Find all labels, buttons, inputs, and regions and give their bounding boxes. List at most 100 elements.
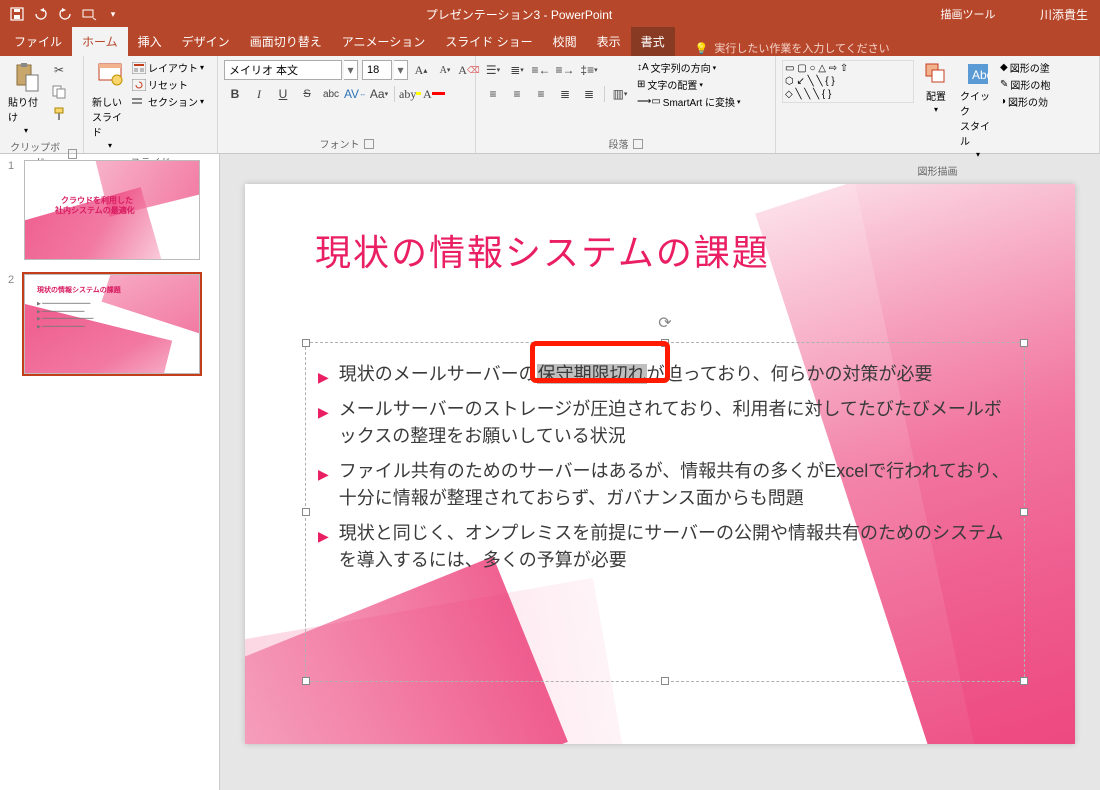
bullet-text[interactable]: 現状と同じく、オンプレミスを前提にサーバーの公開や情報共有のためのシステムを導入… (339, 520, 1012, 574)
bullet-item[interactable]: ▶現状と同じく、オンプレミスを前提にサーバーの公開や情報共有のためのシステムを導… (318, 520, 1012, 574)
increase-font-icon[interactable]: A▴ (410, 60, 432, 80)
selection-handle[interactable] (1020, 677, 1028, 685)
quick-styles-button[interactable]: Abc クイック スタイル▾ (958, 60, 998, 161)
thumbnail-2[interactable]: 2 現状の情報システムの課題 ▶ ━━━━━━━━━━━━━━━━▶ ━━━━━… (8, 274, 211, 374)
slide: 現状の情報システムの課題 ⟳ ▶現状のメールサーバーの保守期限切れが迫っており、… (245, 184, 1075, 744)
copy-icon[interactable] (48, 82, 70, 102)
format-painter-icon[interactable] (48, 104, 70, 124)
arrange-button[interactable]: 配置▾ (916, 60, 956, 116)
start-from-beginning-icon[interactable] (78, 4, 100, 24)
clipboard-dialog-launcher[interactable] (68, 149, 77, 159)
thumbnail-slide-1[interactable]: クラウドを利用した 社内システムの最適化 (24, 160, 200, 260)
text-direction-button[interactable]: ↕A文字列の方向▾ (637, 60, 741, 75)
align-center-icon[interactable]: ≡ (506, 84, 528, 104)
font-name-dropdown-icon[interactable]: ▾ (344, 60, 358, 80)
font-size-input[interactable] (362, 60, 392, 80)
shape-effects-button[interactable]: ◑図形の効 (1000, 94, 1050, 109)
rotate-handle-icon[interactable]: ⟳ (658, 313, 671, 333)
font-size-dropdown-icon[interactable]: ▾ (394, 60, 408, 80)
bullets-icon[interactable]: ☰▾ (482, 60, 504, 80)
section-label: セクション (148, 94, 198, 109)
qat-customize-icon[interactable]: ▾ (102, 4, 124, 24)
tab-home[interactable]: ホーム (72, 27, 128, 56)
new-slide-button[interactable]: 新しい スライド ▾ (90, 60, 130, 152)
decrease-indent-icon[interactable]: ≡← (530, 60, 552, 80)
columns-icon[interactable]: ▥▾ (609, 84, 631, 104)
smartart-button[interactable]: ⟶▭SmartArt に変換▾ (637, 94, 741, 109)
increase-indent-icon[interactable]: ≡→ (554, 60, 576, 80)
bold-icon[interactable]: B (224, 84, 246, 104)
thumbnail-1[interactable]: 1 クラウドを利用した 社内システムの最適化 (8, 160, 211, 260)
thumbnail-slide-2[interactable]: 現状の情報システムの課題 ▶ ━━━━━━━━━━━━━━━━▶ ━━━━━━━… (24, 274, 200, 374)
align-left-icon[interactable]: ≡ (482, 84, 504, 104)
selection-handle[interactable] (302, 508, 310, 516)
italic-icon[interactable]: I (248, 84, 270, 104)
tab-animations[interactable]: アニメーション (332, 27, 436, 56)
selection-handle[interactable] (661, 677, 669, 685)
font-name-input[interactable] (224, 60, 342, 80)
selection-handle[interactable] (302, 677, 310, 685)
numbering-icon[interactable]: ≣▾ (506, 60, 528, 80)
line-spacing-icon[interactable]: ‡≡▾ (578, 60, 600, 80)
shapes-gallery[interactable]: ▭ ▢ ○ △ ⇨ ⇧ ⬡ ↙ ╲ ╲ { } ◇ ╲ ╲ ╲ { } (782, 60, 914, 103)
underline-icon[interactable]: U (272, 84, 294, 104)
align-text-button[interactable]: ⊞文字の配置▾ (637, 77, 741, 92)
align-right-icon[interactable]: ≡ (530, 84, 552, 104)
undo-icon[interactable] (30, 4, 52, 24)
text-direction-label: 文字列の方向 (651, 60, 711, 75)
tab-view[interactable]: 表示 (587, 27, 631, 56)
arrange-label: 配置 (926, 88, 946, 103)
text-direction-icon: ↕A (637, 62, 649, 73)
char-spacing-icon[interactable]: AV↔ (344, 84, 366, 104)
title-bar: ▾ プレゼンテーション3 - PowerPoint 描画ツール 川添貴生 (0, 0, 1100, 28)
shape-fill-button[interactable]: ◆図形の塗 (1000, 60, 1050, 75)
lightbulb-icon: 💡 (695, 42, 709, 55)
tab-transitions[interactable]: 画面切り替え (240, 27, 332, 56)
selection-handle[interactable] (661, 339, 669, 347)
quick-access-toolbar: ▾ (0, 4, 130, 24)
tab-design[interactable]: デザイン (172, 27, 240, 56)
highlight-color-icon[interactable]: aby (399, 84, 421, 104)
shadow-icon[interactable]: abc (320, 84, 342, 104)
smartart-label: SmartArt に変換 (663, 94, 735, 109)
content-placeholder[interactable]: ⟳ ▶現状のメールサーバーの保守期限切れが迫っており、何らかの対策が必要▶メール… (305, 342, 1025, 682)
justify-icon[interactable]: ≣ (554, 84, 576, 104)
bullet-item[interactable]: ▶メールサーバーのストレージが圧迫されており、利用者に対してたびたびメールボック… (318, 396, 1012, 450)
cut-icon[interactable]: ✂ (48, 60, 70, 80)
layout-button[interactable]: レイアウト▾ (132, 60, 204, 75)
selection-handle[interactable] (1020, 508, 1028, 516)
paste-button[interactable]: 貼り付け ▾ (6, 60, 46, 137)
font-color-icon[interactable]: A (423, 84, 445, 104)
selection-handle[interactable] (302, 339, 310, 347)
bullet-text[interactable]: ファイル共有のためのサーバーはあるが、情報共有の多くがExcelで行われており、… (339, 458, 1012, 512)
thumbnail-number: 2 (8, 274, 18, 374)
change-case-icon[interactable]: Aa▾ (368, 84, 390, 104)
bullet-text[interactable]: メールサーバーのストレージが圧迫されており、利用者に対してたびたびメールボックス… (339, 396, 1012, 450)
distribute-icon[interactable]: ≣ (578, 84, 600, 104)
tell-me[interactable]: 💡 実行したい作業を入力してください (695, 40, 890, 56)
new-slide-label: 新しい スライド (92, 94, 128, 139)
paragraph-group-label: 段落 (609, 136, 629, 151)
strike-icon[interactable]: S (296, 84, 318, 104)
bullet-item[interactable]: ▶現状のメールサーバーの保守期限切れが迫っており、何らかの対策が必要 (318, 361, 1012, 388)
decrease-font-icon[interactable]: A▾ (434, 60, 456, 80)
selection-handle[interactable] (1020, 339, 1028, 347)
tab-format[interactable]: 書式 (631, 27, 675, 56)
bullet-text[interactable]: 現状のメールサーバーの保守期限切れが迫っており、何らかの対策が必要 (339, 361, 933, 388)
redo-icon[interactable] (54, 4, 76, 24)
tab-insert[interactable]: 挿入 (128, 27, 172, 56)
slide-title[interactable]: 現状の情報システムの課題 (315, 224, 770, 276)
shape-outline-button[interactable]: ✎図形の枹 (1000, 77, 1050, 92)
slide-canvas[interactable]: 現状の情報システムの課題 ⟳ ▶現状のメールサーバーの保守期限切れが迫っており、… (220, 154, 1100, 790)
tab-review[interactable]: 校閲 (543, 27, 587, 56)
section-button[interactable]: セクション▾ (132, 94, 204, 109)
slide-thumbnails-pane[interactable]: 1 クラウドを利用した 社内システムの最適化 2 現状の情報システムの課題 ▶ … (0, 154, 220, 790)
bullet-item[interactable]: ▶ファイル共有のためのサーバーはあるが、情報共有の多くがExcelで行われており… (318, 458, 1012, 512)
reset-button[interactable]: リセット (132, 77, 204, 92)
tab-file[interactable]: ファイル (4, 27, 72, 56)
tab-slideshow[interactable]: スライド ショー (435, 27, 542, 56)
font-dialog-launcher[interactable] (364, 139, 374, 149)
save-icon[interactable] (6, 4, 28, 24)
paragraph-dialog-launcher[interactable] (633, 139, 643, 149)
selected-text[interactable]: 保守期限切れ (537, 364, 647, 384)
